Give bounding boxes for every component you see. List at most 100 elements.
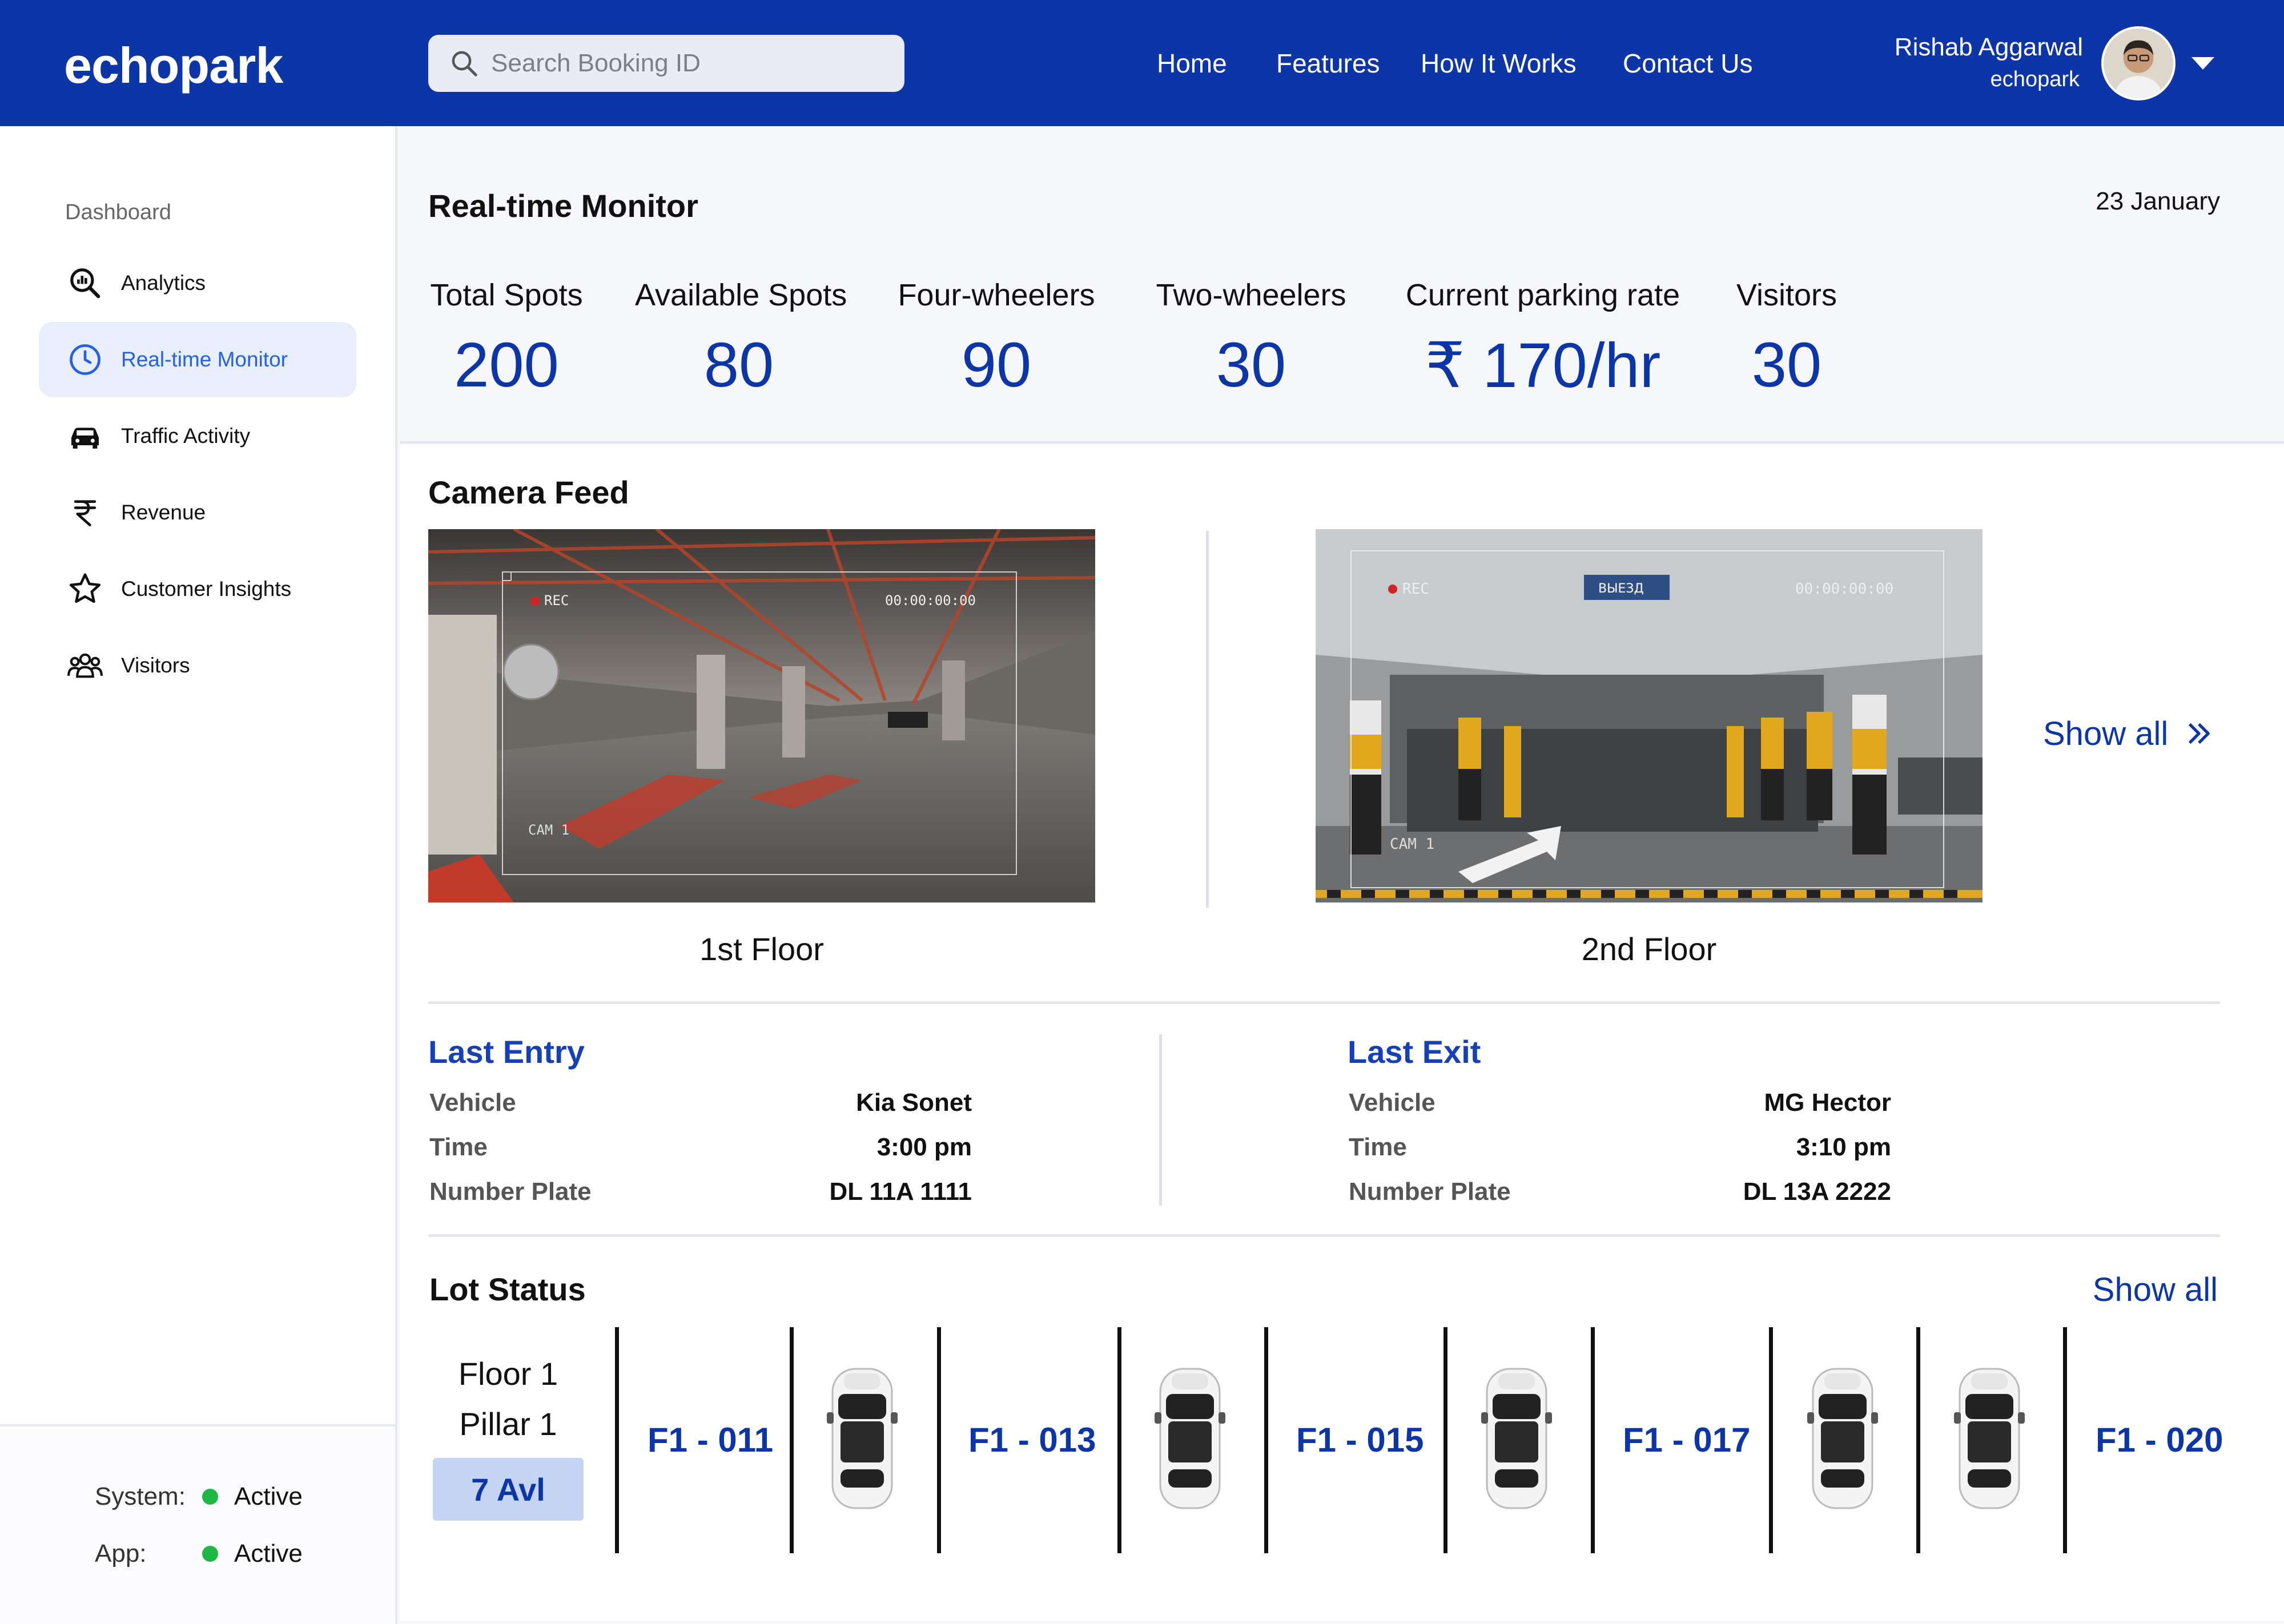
spot-f1-011[interactable]: F1 - 011 (648, 1420, 773, 1460)
occupied-car-icon[interactable] (1806, 1364, 1879, 1513)
chevron-down-icon[interactable] (2191, 57, 2214, 70)
spot-f1-020[interactable]: F1 - 020 (2096, 1420, 2223, 1460)
camera-show-all-link[interactable]: Show all (2043, 715, 2215, 753)
camera-image: REC 00:00:00:00 CAM 1 (428, 529, 1095, 902)
sidebar-item-customer-insights[interactable]: Customer Insights (39, 551, 356, 627)
exit-sign-label: ВЫЕЗД (1598, 582, 1644, 596)
camera-caption-floor-2: 2nd Floor (1581, 931, 1717, 967)
nav-contact-us-link[interactable]: Contact Us (1623, 48, 1753, 79)
spot-f1-013[interactable]: F1 - 013 (968, 1420, 1096, 1460)
entry-time-key: Time (429, 1133, 488, 1161)
nav-how-it-works-link[interactable]: How It Works (1421, 48, 1577, 79)
spot-f1-015[interactable]: F1 - 015 (1296, 1420, 1424, 1460)
nav-home-link[interactable]: Home (1157, 48, 1227, 79)
entry-plate-key: Number Plate (429, 1178, 592, 1206)
status-dot-icon (202, 1489, 218, 1505)
spot-divider (2063, 1327, 2067, 1553)
metric-total-spots: Total Spots 200 (428, 277, 585, 401)
section-divider (428, 1234, 2220, 1237)
search-icon (452, 51, 477, 76)
sidebar-item-label: Traffic Activity (121, 424, 251, 448)
sidebar-item-label: Analytics (121, 271, 206, 295)
exit-vehicle-value: MG Hector (1764, 1089, 1891, 1117)
sidebar-item-real-time-monitor[interactable]: Real-time Monitor (39, 322, 356, 397)
metric-label: Visitors (1736, 278, 1837, 312)
lot-pillar-label: Pillar 1 (459, 1406, 557, 1442)
occupied-car-icon[interactable] (826, 1364, 899, 1513)
sidebar-item-revenue[interactable]: Revenue (39, 475, 356, 550)
search-bar[interactable] (428, 35, 904, 92)
entry-time-value: 3:00 pm (876, 1133, 972, 1161)
spot-divider (1769, 1327, 1773, 1553)
events-divider (1159, 1034, 1162, 1206)
status-dot-icon (202, 1546, 218, 1562)
sidebar-item-visitors[interactable]: Visitors (39, 628, 356, 703)
lot-status-title: Lot Status (429, 1271, 586, 1307)
exit-vehicle-key: Vehicle (1349, 1089, 1435, 1117)
metric-value: 90 (961, 330, 1032, 400)
system-status-panel: System: Active App: Active (0, 1424, 395, 1624)
camera-caption-floor-1: 1st Floor (699, 931, 824, 967)
metric-label: Available Spots (635, 278, 847, 312)
metric-four-wheelers: Four-wheelers 90 (894, 277, 1099, 401)
metric-visitors: Visitors 30 (1734, 277, 1840, 401)
show-all-label: Show all (2043, 715, 2169, 752)
camera-feed-title: Camera Feed (428, 474, 629, 510)
metric-label: Four-wheelers (898, 278, 1095, 312)
user-photo (2104, 29, 2173, 98)
app-logo[interactable]: echopark (64, 37, 283, 95)
camera-feed-floor-1[interactable]: REC 00:00:00:00 CAM 1 (428, 529, 1095, 902)
sidebar: Dashboard Analytics Real-time Monitor Tr… (0, 126, 397, 1624)
cam-label: CAM 1 (528, 822, 569, 838)
metric-value: ₹ 170/hr (1425, 331, 1661, 401)
star-icon (66, 570, 104, 608)
rupee-icon (66, 494, 104, 531)
spot-divider (790, 1327, 794, 1553)
rec-label: REC (1402, 581, 1429, 598)
occupied-car-icon[interactable] (1480, 1364, 1553, 1513)
section-divider (428, 1001, 2220, 1004)
exit-plate-value: DL 13A 2222 (1743, 1178, 1891, 1206)
exit-time-key: Time (1349, 1133, 1407, 1161)
lot-show-all-link[interactable]: Show all (2093, 1271, 2218, 1309)
metric-value: 30 (1216, 330, 1286, 400)
occupied-car-icon[interactable] (1153, 1364, 1227, 1513)
metric-label: Two-wheelers (1156, 278, 1346, 312)
page-title: Real-time Monitor (428, 188, 698, 224)
spot-divider (1916, 1327, 1920, 1553)
spot-f1-017[interactable]: F1 - 017 (1623, 1420, 1750, 1460)
metric-value: 30 (1751, 330, 1822, 400)
metric-available-spots: Available Spots 80 (635, 277, 847, 401)
camera-feed-floor-2[interactable]: ВЫЕЗД REC 00:00:00:00 CAM 1 (1316, 529, 1983, 902)
sidebar-section-title: Dashboard (65, 200, 171, 224)
occupied-car-icon[interactable] (1953, 1364, 2026, 1513)
nav-features-link[interactable]: Features (1276, 48, 1380, 79)
sidebar-item-label: Revenue (121, 501, 206, 524)
last-exit-title: Last Exit (1348, 1034, 1481, 1070)
users-icon (66, 647, 104, 684)
status-key: System: (95, 1482, 186, 1510)
sidebar-item-traffic-activity[interactable]: Traffic Activity (39, 398, 356, 474)
metric-label: Current parking rate (1405, 278, 1680, 312)
spot-divider (937, 1327, 941, 1553)
status-key: App: (95, 1540, 147, 1567)
top-navbar: echopark Home Features How It Works Cont… (0, 0, 2284, 126)
metric-value: 80 (703, 330, 774, 400)
status-value: Active (234, 1540, 303, 1567)
user-org: echopark (1990, 67, 2080, 91)
sidebar-item-label: Real-time Monitor (121, 348, 288, 371)
camera-image: ВЫЕЗД REC 00:00:00:00 CAM 1 (1316, 529, 1983, 902)
user-name: Rishab Aggarwal (1894, 33, 2083, 61)
camera-divider (1206, 531, 1209, 908)
spot-divider (1264, 1327, 1268, 1553)
entry-plate-value: DL 11A 1111 (829, 1178, 972, 1206)
avatar[interactable] (2101, 26, 2176, 100)
spot-divider (615, 1327, 619, 1553)
search-input[interactable] (490, 49, 861, 78)
sidebar-item-analytics[interactable]: Analytics (39, 245, 356, 321)
spot-divider (1443, 1327, 1447, 1553)
sidebar-item-label: Customer Insights (121, 577, 292, 601)
exit-time-value: 3:10 pm (1796, 1133, 1891, 1161)
clock-icon (66, 341, 104, 378)
metric-parking-rate: Current parking rate ₹ 170/hr (1401, 277, 1684, 402)
